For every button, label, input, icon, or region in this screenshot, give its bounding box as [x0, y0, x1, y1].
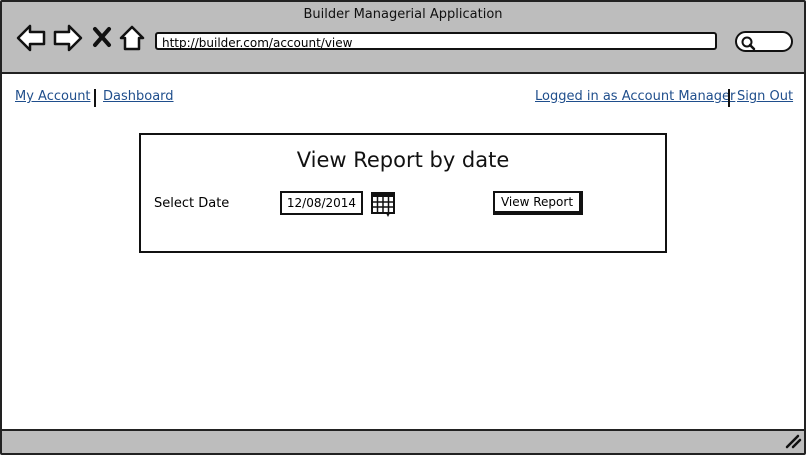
- browser-window: Builder Managerial Application http://bu…: [0, 0, 806, 455]
- report-panel: View Report by date Select Date 12/08/20…: [139, 133, 667, 253]
- close-icon[interactable]: [92, 26, 112, 52]
- dashboard-link[interactable]: Dashboard: [103, 89, 174, 104]
- search-box[interactable]: [735, 31, 793, 52]
- window-title: Builder Managerial Application: [303, 7, 503, 22]
- back-arrow-icon[interactable]: [15, 23, 47, 57]
- panel-title: View Report by date: [296, 148, 510, 172]
- nav-separator: [728, 89, 730, 107]
- logged-in-link[interactable]: Logged in as Account Manager: [535, 89, 735, 104]
- view-report-button[interactable]: View Report: [493, 191, 583, 215]
- calendar-icon[interactable]: [371, 191, 397, 223]
- sign-out-link[interactable]: Sign Out: [737, 89, 793, 104]
- address-bar[interactable]: http://builder.com/account/view: [155, 32, 717, 50]
- my-account-link[interactable]: My Account: [15, 89, 91, 104]
- select-date-label: Select Date: [154, 196, 230, 211]
- nav-separator: [94, 89, 96, 107]
- browser-chrome: Builder Managerial Application http://bu…: [2, 2, 804, 74]
- search-icon: [741, 36, 756, 51]
- forward-arrow-icon[interactable]: [52, 23, 84, 57]
- home-icon[interactable]: [118, 24, 146, 56]
- date-field[interactable]: 12/08/2014: [280, 191, 363, 215]
- resize-handle-icon[interactable]: [784, 433, 802, 453]
- status-bar: [2, 429, 804, 453]
